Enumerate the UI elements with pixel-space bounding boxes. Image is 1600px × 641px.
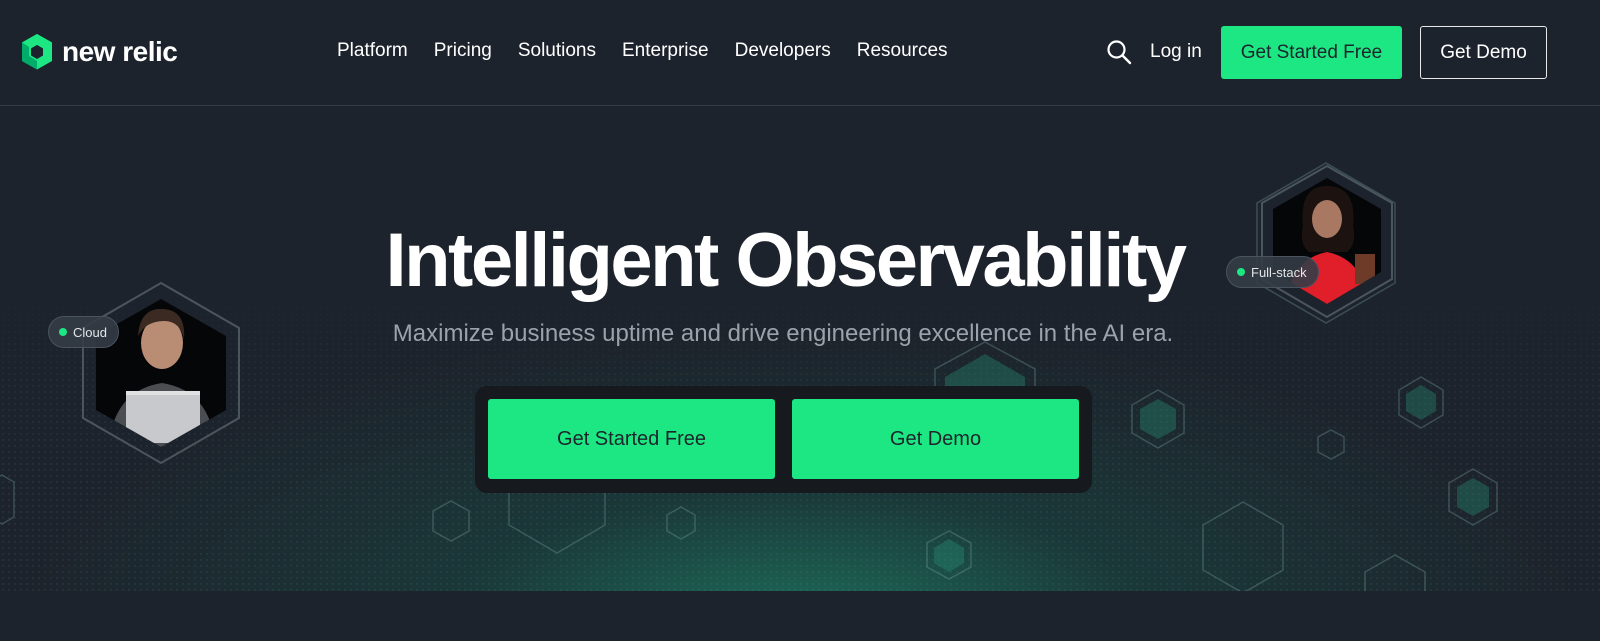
nav-item-solutions[interactable]: Solutions [518, 40, 596, 62]
hero-get-demo-button[interactable]: Get Demo [792, 399, 1079, 479]
new-relic-logo[interactable]: new relic [21, 34, 178, 70]
hero-subtitle: Maximize business uptime and drive engin… [392, 320, 1174, 347]
logo-text: new relic [62, 36, 178, 67]
page-content-below-fold [0, 591, 1600, 641]
main-nav: Platform Pricing Solutions Enterprise De… [337, 40, 948, 62]
nav-item-resources[interactable]: Resources [857, 40, 948, 62]
login-link[interactable]: Log in [1150, 41, 1202, 63]
nav-item-pricing[interactable]: Pricing [434, 40, 492, 62]
hero-title: Intelligent Observability [385, 218, 1187, 303]
search-button[interactable] [1106, 39, 1132, 65]
cta-container: Get Started Free Get Demo [475, 386, 1092, 493]
engineer-portrait-left [82, 281, 240, 465]
new-relic-logo-icon [22, 34, 52, 70]
hero-section: Cloud Full-stack Intelligent Observabili… [0, 107, 1600, 591]
nav-item-platform[interactable]: Platform [337, 40, 408, 62]
nav-item-developers[interactable]: Developers [735, 40, 831, 62]
header-get-demo-button[interactable]: Get Demo [1420, 26, 1547, 79]
nav-item-enterprise[interactable]: Enterprise [622, 40, 709, 62]
search-icon [1107, 40, 1132, 65]
header-get-started-button[interactable]: Get Started Free [1221, 26, 1402, 79]
site-header: new relic Platform Pricing Solutions Ent… [0, 0, 1600, 106]
hero-get-started-button[interactable]: Get Started Free [488, 399, 775, 479]
